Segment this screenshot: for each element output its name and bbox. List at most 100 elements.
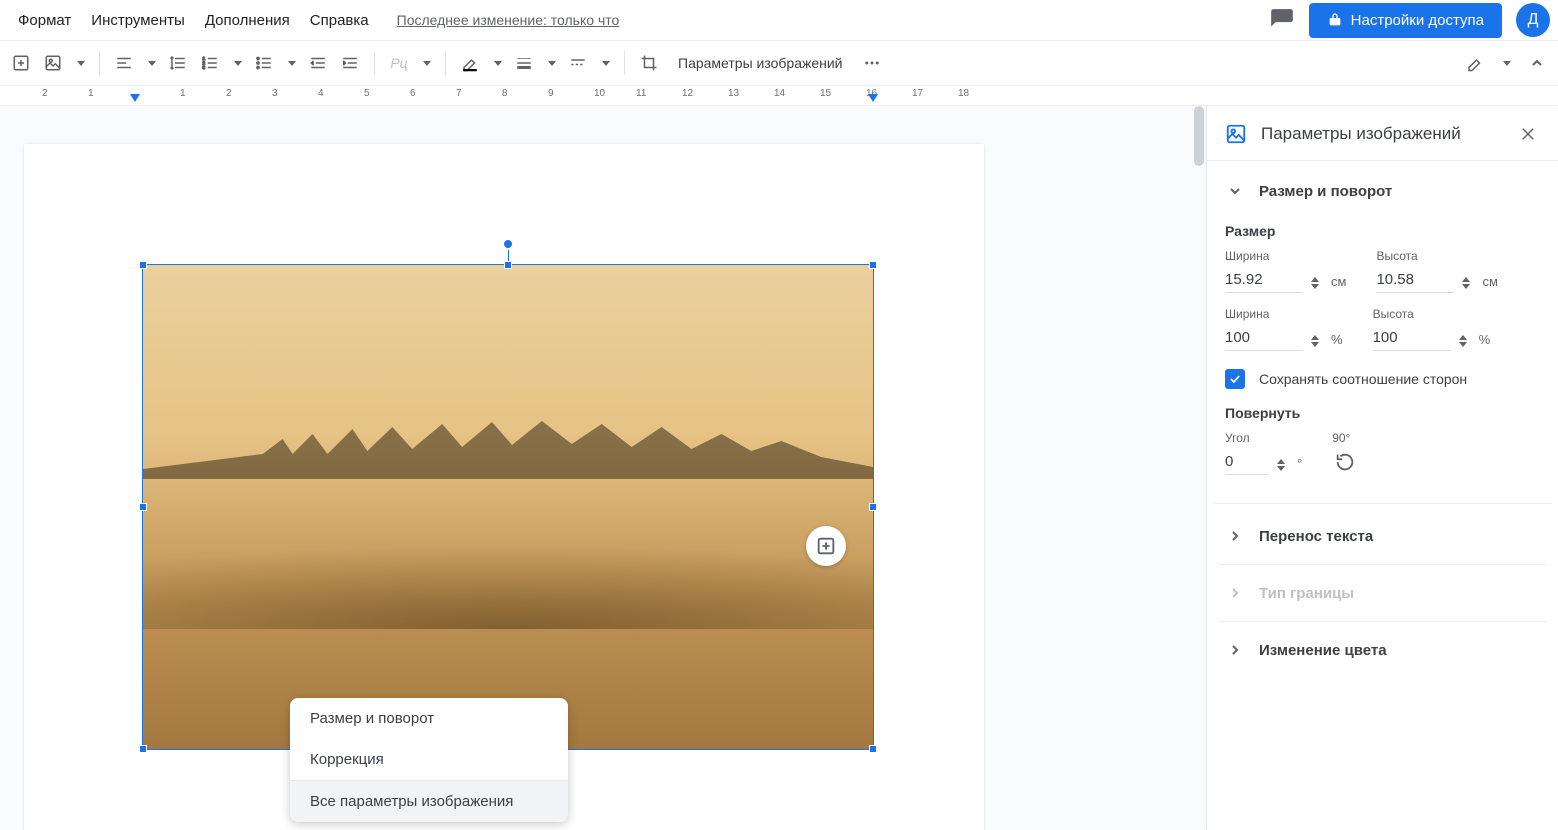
rotate-handle-icon[interactable] [503,239,513,249]
angle-input[interactable] [1225,449,1269,475]
border-color-icon[interactable] [455,48,485,78]
clear-format-dropdown-icon[interactable] [416,48,436,78]
ruler-tick: 13 [728,88,739,99]
workspace: Размер и поворот Коррекция Все параметры… [0,106,1558,830]
canvas-area[interactable]: Размер и поворот Коррекция Все параметры… [0,106,1206,830]
resize-handle-bl[interactable] [139,745,147,753]
scrollbar-thumb[interactable] [1194,106,1204,166]
deg90-label: 90° [1332,431,1358,445]
height-pct-stepper[interactable] [1459,335,1471,347]
numbered-list-dropdown-icon[interactable] [227,48,247,78]
section-recolor-header[interactable]: Изменение цвета [1213,622,1552,678]
chevron-right-icon [1225,583,1245,603]
resize-handle-mr[interactable] [869,503,877,511]
bullet-list-dropdown-icon[interactable] [281,48,301,78]
collapse-toolbar-icon[interactable] [1522,48,1552,78]
border-weight-dropdown-icon[interactable] [541,48,561,78]
image-context-menu: Размер и поворот Коррекция Все параметры… [290,698,568,822]
rotate-90-button[interactable] [1332,449,1358,475]
ruler-tick: 1 [180,88,186,99]
width-pct-label: Ширина [1225,307,1343,321]
border-dash-icon[interactable] [563,48,593,78]
height-pct-input[interactable] [1373,325,1451,351]
line-spacing-icon[interactable] [163,48,193,78]
indent-icon[interactable] [335,48,365,78]
border-dash-dropdown-icon[interactable] [595,48,615,78]
selected-image[interactable] [142,264,874,750]
cm-size-rotate[interactable]: Размер и поворот [290,698,568,739]
last-edit-link[interactable]: Последнее изменение: только что [397,12,620,28]
resize-handle-ml[interactable] [139,503,147,511]
image-options-button[interactable]: Параметры изображений [668,49,853,77]
resize-handle-br[interactable] [869,745,877,753]
resize-handle-tr[interactable] [869,261,877,269]
indent-marker-right-icon[interactable] [868,94,878,102]
image-content [143,265,873,749]
menu-addons[interactable]: Дополнения [195,6,300,35]
chevron-right-icon [1225,640,1245,660]
resize-handle-tl[interactable] [139,261,147,269]
outdent-icon[interactable] [303,48,333,78]
insert-icon[interactable] [6,48,36,78]
editing-mode-dropdown-icon[interactable] [1496,48,1516,78]
ruler-tick: 18 [958,88,969,99]
angle-stepper[interactable] [1277,459,1289,471]
width-label: Ширина [1225,249,1346,263]
ruler-tick: 4 [318,88,324,99]
vertical-scrollbar[interactable] [1192,106,1206,830]
section-text-wrap-header[interactable]: Перенос текста [1213,508,1552,564]
cm-adjustments[interactable]: Коррекция [290,739,568,780]
width-pct-stepper[interactable] [1311,335,1323,347]
ruler-tick: 6 [410,88,416,99]
toolbar: 123 Рц Параметры изображений [0,40,1558,86]
clear-format-icon[interactable]: Рц [384,48,414,78]
account-avatar[interactable]: Д [1516,3,1550,37]
ruler-tick: 12 [682,88,693,99]
menu-tools[interactable]: Инструменты [81,6,195,35]
menu-format[interactable]: Формат [8,6,81,35]
resize-handle-mt[interactable] [504,261,512,269]
indent-marker-left-icon[interactable] [130,94,140,102]
cm-all-options[interactable]: Все параметры изображения [290,781,568,822]
width-pct-input[interactable] [1225,325,1303,351]
add-comment-fab[interactable] [806,526,846,566]
width-cm-stepper[interactable] [1311,277,1323,289]
ruler-tick: 14 [774,88,785,99]
section-border-type-header[interactable]: Тип границы [1213,565,1552,621]
ruler-tick: 3 [272,88,278,99]
editing-mode-icon[interactable] [1460,48,1490,78]
bullet-list-icon[interactable] [249,48,279,78]
menu-help[interactable]: Справка [300,6,379,35]
ruler-tick: 8 [502,88,508,99]
height-pct-label: Высота [1373,307,1491,321]
image-options-panel: Параметры изображений Размер и поворот Р… [1206,106,1558,830]
lock-icon [1327,12,1343,28]
ruler-tick: 7 [456,88,462,99]
ruler-tick: 1 [88,88,94,99]
menu-bar: Формат Инструменты Дополнения Справка По… [0,0,1558,40]
numbered-list-icon[interactable]: 123 [195,48,225,78]
lock-aspect-checkbox[interactable] [1225,369,1245,389]
unit-pct: % [1479,332,1491,347]
more-icon[interactable] [857,48,887,78]
height-label: Высота [1376,249,1497,263]
height-cm-stepper[interactable] [1462,277,1474,289]
image-dropdown-icon[interactable] [70,48,90,78]
image-icon[interactable] [38,48,68,78]
height-cm-input[interactable] [1376,267,1454,293]
align-dropdown-icon[interactable] [141,48,161,78]
lock-aspect-label: Сохранять соотношение сторон [1259,371,1467,387]
ruler-tick: 10 [594,88,605,99]
width-cm-input[interactable] [1225,267,1303,293]
border-weight-icon[interactable] [509,48,539,78]
svg-text:3: 3 [203,65,206,70]
share-button[interactable]: Настройки доступа [1309,3,1502,38]
horizontal-ruler[interactable]: 2 1 1 2 3 4 5 6 7 8 9 10 11 12 13 14 15 … [0,86,1558,106]
border-color-dropdown-icon[interactable] [487,48,507,78]
align-icon[interactable] [109,48,139,78]
panel-close-button[interactable] [1516,122,1540,146]
comment-icon[interactable] [1269,7,1295,33]
size-sublabel: Размер [1225,223,1540,239]
section-size-rotate-header[interactable]: Размер и поворот [1225,167,1540,215]
crop-icon[interactable] [634,48,664,78]
